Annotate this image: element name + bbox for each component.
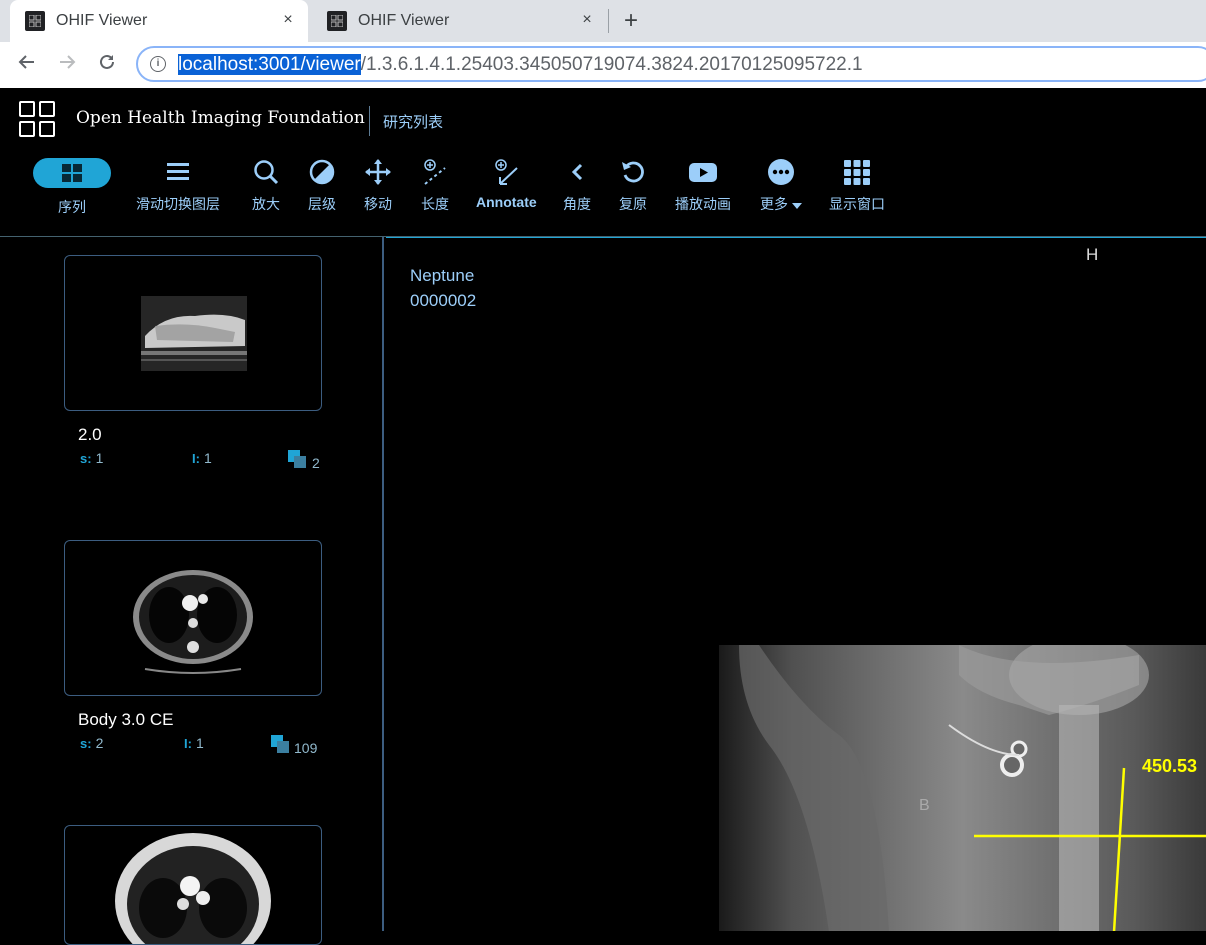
app-header: Open Health Imaging Foundation 研究列表 序列 滑…: [0, 88, 1206, 236]
series-description: Body 3.0 CE: [78, 710, 174, 729]
tab-separator: [608, 9, 609, 33]
patient-id: 0000002: [410, 291, 477, 310]
angle-chevron-icon: [563, 158, 591, 186]
browser-tab-active[interactable]: OHIF Viewer ×: [10, 0, 308, 42]
browser-nav-bar: i localhost:3001/viewer/1.3.6.1.4.1.2540…: [0, 42, 1206, 88]
length-label: 长度: [421, 196, 449, 212]
annotate-button[interactable]: Annotate: [476, 158, 537, 210]
image-viewport[interactable]: Neptune 0000002 H B 450.53: [386, 237, 1206, 931]
pan-button[interactable]: 移动: [364, 158, 392, 214]
series-thumbnail[interactable]: [64, 255, 322, 411]
image-stack-icon: [288, 450, 306, 468]
series-thumbnail[interactable]: [64, 540, 322, 696]
zoom-button[interactable]: 放大: [252, 158, 280, 214]
layout-label: 显示窗口: [829, 196, 885, 212]
pan-label: 移动: [364, 196, 392, 212]
grid-layout-icon: [843, 158, 871, 186]
study-list-link[interactable]: 研究列表: [383, 111, 443, 132]
ruler-measure-icon: [421, 158, 449, 186]
image-count: 109: [294, 740, 318, 756]
tab-title: OHIF Viewer: [56, 12, 148, 29]
angle-button[interactable]: 角度: [563, 158, 591, 214]
caret-down-icon: [791, 203, 802, 209]
undo-icon: [619, 158, 647, 186]
url-text[interactable]: localhost:3001/viewer/1.3.6.1.4.1.25403.…: [178, 54, 863, 76]
new-tab-button[interactable]: +: [624, 7, 638, 35]
grid-icon: [62, 164, 82, 182]
zoom-label: 放大: [252, 196, 280, 212]
axial-ct-image: [133, 570, 253, 674]
youtube-play-icon: [688, 158, 718, 186]
series-toggle-button[interactable]: 序列: [33, 158, 111, 217]
cine-button[interactable]: 播放动画: [675, 158, 731, 214]
patient-name: Neptune: [410, 266, 475, 285]
url-rest-part: /1.3.6.1.4.1.25403.345050719074.3824.201…: [360, 54, 863, 75]
more-button[interactable]: 更多: [760, 158, 802, 214]
header-divider: [369, 106, 370, 136]
bars-icon: [165, 158, 191, 186]
url-selected-part: localhost:3001/viewer: [178, 54, 361, 75]
length-button[interactable]: 长度: [421, 158, 449, 214]
back-arrow-icon[interactable]: [14, 52, 40, 78]
cine-label: 播放动画: [675, 196, 731, 212]
image-count: 2: [312, 455, 320, 471]
layout-button[interactable]: 显示窗口: [829, 158, 885, 214]
xray-image[interactable]: B: [719, 645, 1206, 931]
series-pill: [33, 158, 111, 188]
tab-close-icon[interactable]: ×: [577, 11, 597, 29]
ohif-favicon-icon: [327, 11, 347, 31]
ellipsis-circle-icon: [767, 158, 795, 186]
levels-button[interactable]: 层级: [308, 158, 336, 214]
site-info-icon[interactable]: i: [150, 56, 166, 72]
tab-title: OHIF Viewer: [358, 12, 450, 29]
reset-label: 复原: [619, 196, 647, 212]
forward-arrow-icon[interactable]: [54, 52, 80, 78]
svg-text:B: B: [919, 797, 930, 814]
ohif-favicon-icon: [25, 11, 45, 31]
image-stack-icon: [271, 735, 289, 753]
axial-ct-lung-image: [115, 833, 271, 944]
more-label: 更多: [760, 194, 802, 214]
arrow-annotate-icon: [492, 158, 520, 186]
annotate-label: Annotate: [476, 194, 537, 210]
levels-label: 层级: [308, 196, 336, 212]
browser-tab-bar: OHIF Viewer × OHIF Viewer × +: [0, 0, 1206, 42]
series-label: 序列: [58, 199, 86, 215]
instance-number: I: 1: [184, 735, 204, 751]
move-arrows-icon: [364, 158, 392, 186]
scout-image: [141, 296, 247, 371]
length-measurement-label[interactable]: 450.53: [1142, 756, 1197, 777]
series-number: s: 2: [80, 735, 104, 751]
tab-close-icon[interactable]: ×: [278, 11, 298, 29]
series-number: s: 1: [80, 450, 104, 466]
address-bar[interactable]: i localhost:3001/viewer/1.3.6.1.4.1.2540…: [136, 46, 1206, 82]
stack-scroll-label: 滑动切换图层: [136, 196, 220, 212]
browser-tab-inactive[interactable]: OHIF Viewer ×: [312, 0, 607, 42]
search-icon: [252, 158, 280, 186]
brand-title[interactable]: Open Health Imaging Foundation: [76, 108, 365, 128]
series-thumbnail[interactable]: [64, 825, 322, 945]
reload-icon[interactable]: [94, 52, 120, 78]
series-sidebar[interactable]: 2.0 s: 1 I: 1 2 Body 3.0 CE s: 2 I: 1 109: [0, 237, 384, 945]
contrast-icon: [308, 158, 336, 186]
series-description: 2.0: [78, 425, 102, 444]
reset-button[interactable]: 复原: [619, 158, 647, 214]
stack-scroll-button[interactable]: 滑动切换图层: [136, 158, 220, 214]
ohif-logo-icon[interactable]: [19, 101, 55, 137]
orientation-marker-top: H: [1086, 245, 1099, 264]
angle-label: 角度: [563, 196, 591, 212]
instance-number: I: 1: [192, 450, 212, 466]
